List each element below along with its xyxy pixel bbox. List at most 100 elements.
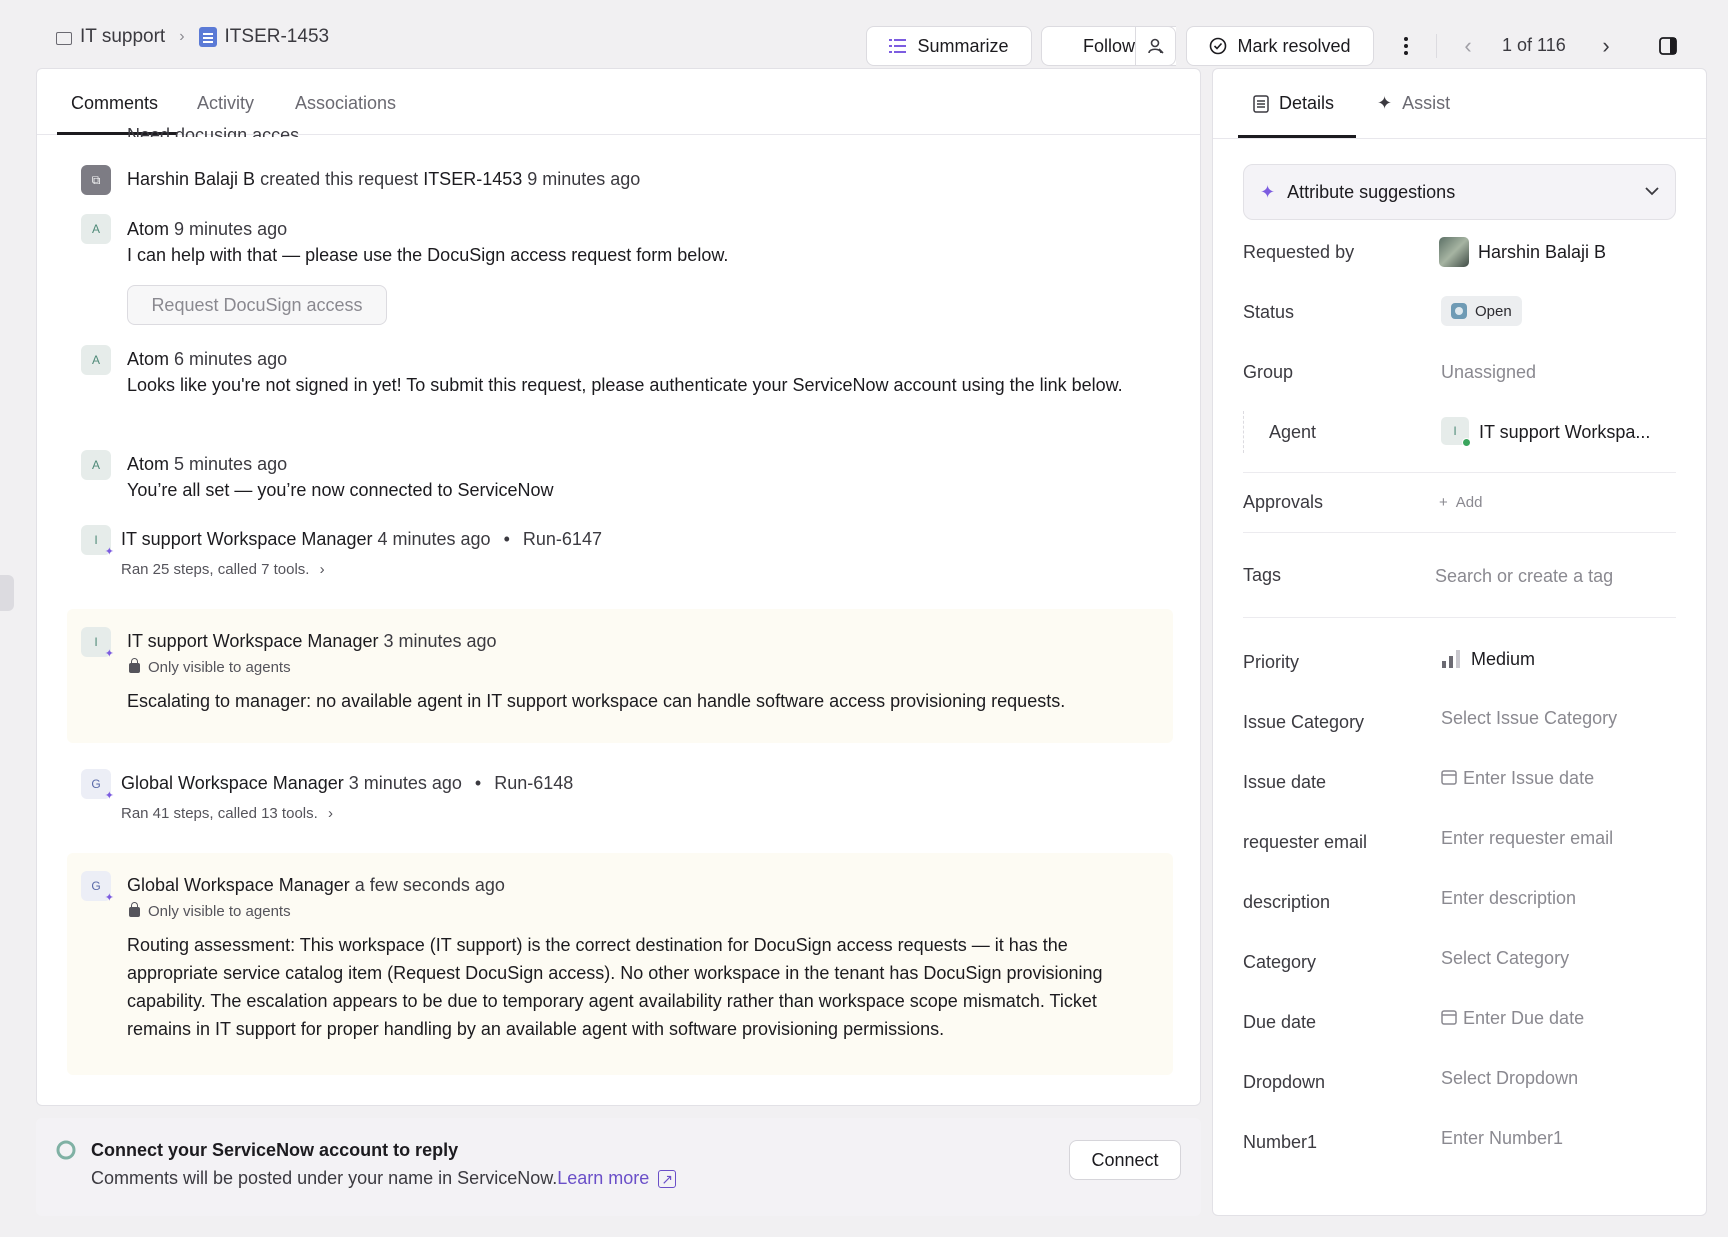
mark-resolved-button[interactable]: Mark resolved <box>1186 26 1374 66</box>
separator-dot: • <box>503 529 510 549</box>
status-label: Status <box>1243 302 1295 322</box>
run-time: 3 minutes ago <box>348 773 462 793</box>
dropdown-select[interactable]: Select Dropdown <box>1441 1068 1578 1089</box>
breadcrumb-workspace[interactable]: IT support <box>80 26 165 48</box>
run-id[interactable]: Run-6147 <box>523 529 602 549</box>
ticket-icon <box>198 27 217 47</box>
tab-comments[interactable]: Comments <box>71 93 158 114</box>
summarize-icon <box>889 39 907 53</box>
priority-value[interactable]: Medium <box>1471 649 1535 670</box>
pager-count: 1 of 116 <box>1502 35 1566 55</box>
run-summary-link[interactable]: Ran 25 steps, called 7 tools. › <box>121 561 325 578</box>
separator-dot: • <box>474 773 482 793</box>
message-time: 9 minutes ago <box>174 219 288 239</box>
created-text: created this request <box>260 169 419 189</box>
run-id[interactable]: Run-6148 <box>494 773 573 793</box>
agent-avatar-letter: G <box>91 879 101 893</box>
avatar: A <box>81 345 111 375</box>
connect-button[interactable]: Connect <box>1069 1140 1181 1180</box>
agent-label: Agent <box>1269 422 1317 442</box>
tab-details[interactable]: Details <box>1253 93 1334 114</box>
status-badge[interactable]: Open <box>1441 296 1522 326</box>
agent-avatar: I ✦ <box>81 525 114 558</box>
reply-bar-subtitle: Comments will be posted under your name … <box>91 1168 558 1188</box>
section-divider <box>1243 532 1676 533</box>
author-name: IT support Workspace Manager <box>121 529 373 549</box>
agent-indent-line <box>1243 411 1244 453</box>
run-time: 4 minutes ago <box>377 529 491 549</box>
details-icon <box>1253 94 1269 113</box>
workspace-icon <box>56 31 72 45</box>
add-approval-button[interactable]: + Add <box>1439 494 1482 511</box>
group-label: Group <box>1243 362 1294 382</box>
due-date-input[interactable]: Enter Due date <box>1463 1008 1584 1029</box>
sidebar-collapse-handle[interactable] <box>0 575 14 611</box>
more-options-icon[interactable] <box>1394 30 1418 62</box>
summarize-button[interactable]: Summarize <box>866 26 1032 66</box>
breadcrumb-ticket[interactable]: ITSER-1453 <box>225 26 330 48</box>
tags-input[interactable]: Search or create a tag <box>1435 566 1613 587</box>
creator-name[interactable]: Harshin Balaji B <box>127 169 255 189</box>
priority-bars-icon <box>1442 650 1460 668</box>
section-divider <box>1243 472 1676 473</box>
agent-avatar: G ✦ <box>81 871 114 904</box>
agent-avatar: G ✦ <box>81 769 114 802</box>
note-header: Global Workspace Manager a few seconds a… <box>127 875 505 896</box>
note-time: 3 minutes ago <box>383 631 497 651</box>
reply-bar-title: Connect your ServiceNow account to reply <box>91 1140 459 1160</box>
toggle-panel-icon[interactable] <box>1654 30 1682 62</box>
calendar-icon <box>1441 1010 1457 1025</box>
agent-value[interactable]: IT support Workspa... <box>1479 422 1650 443</box>
next-ticket-icon[interactable]: › <box>1594 30 1618 62</box>
run-header: IT support Workspace Manager 4 minutes a… <box>121 529 602 550</box>
followers-icon <box>1147 38 1164 54</box>
internal-note: I ✦ IT support Workspace Manager 3 minut… <box>67 609 1173 743</box>
number1-input[interactable]: Enter Number1 <box>1441 1128 1563 1149</box>
note-time: a few seconds ago <box>354 875 505 895</box>
approvals-label: Approvals <box>1243 492 1324 512</box>
comments-panel: Comments Activity Associations Need docu… <box>36 68 1201 1106</box>
previous-ticket-icon[interactable]: ‹ <box>1456 30 1480 62</box>
status-value: Open <box>1475 302 1512 320</box>
issue-date-input[interactable]: Enter Issue date <box>1463 768 1594 789</box>
followers-button[interactable] <box>1135 26 1176 66</box>
message-header: Atom 6 minutes ago <box>127 349 287 370</box>
description-label: description <box>1243 892 1331 912</box>
calendar-icon <box>1441 770 1457 785</box>
run-summary-link[interactable]: Ran 41 steps, called 13 tools. › <box>121 805 333 822</box>
section-divider <box>1243 617 1676 618</box>
requested-by-label: Requested by <box>1243 242 1355 262</box>
category-select[interactable]: Select Category <box>1441 948 1569 969</box>
note-body: Escalating to manager: no available agen… <box>127 691 1066 711</box>
check-circle-icon <box>1210 37 1227 55</box>
tabs-divider <box>1213 138 1706 139</box>
tab-activity[interactable]: Activity <box>197 93 254 114</box>
learn-more-link[interactable]: Learn more <box>557 1168 649 1188</box>
request-created-icon: ⧉ <box>81 165 111 195</box>
group-select[interactable]: Unassigned <box>1441 362 1536 383</box>
avatar <box>1439 237 1469 267</box>
sparkle-icon: ✦ <box>1260 181 1276 202</box>
chevron-right-icon: › <box>179 28 185 45</box>
lock-icon <box>129 902 140 917</box>
created-ticket-id[interactable]: ITSER-1453 <box>423 169 522 189</box>
description-input[interactable]: Enter description <box>1441 888 1576 909</box>
servicenow-icon <box>56 1140 76 1160</box>
requester-email-input[interactable]: Enter requester email <box>1441 828 1613 849</box>
tab-assist[interactable]: ✦ Assist <box>1377 93 1450 114</box>
tags-label: Tags <box>1243 565 1282 585</box>
agent-avatar-letter: I <box>94 635 98 649</box>
author-name: Global Workspace Manager <box>121 773 344 793</box>
attribute-suggestions-dropdown[interactable]: ✦ Attribute suggestions <box>1243 164 1676 220</box>
author-name: Atom <box>127 454 170 474</box>
message-header: Atom 5 minutes ago <box>127 454 287 475</box>
agent-avatar: I <box>1441 417 1471 447</box>
tab-associations[interactable]: Associations <box>295 93 396 114</box>
requested-by-value[interactable]: Harshin Balaji B <box>1478 242 1606 263</box>
message-body: Looks like you're not signed in yet! To … <box>127 375 1123 395</box>
request-docusign-access-button[interactable]: Request DocuSign access <box>127 285 387 325</box>
chevron-down-icon <box>1645 187 1659 196</box>
mark-resolved-label: Mark resolved <box>1237 35 1351 56</box>
category-label: Category <box>1243 952 1317 972</box>
issue-category-select[interactable]: Select Issue Category <box>1441 708 1617 729</box>
